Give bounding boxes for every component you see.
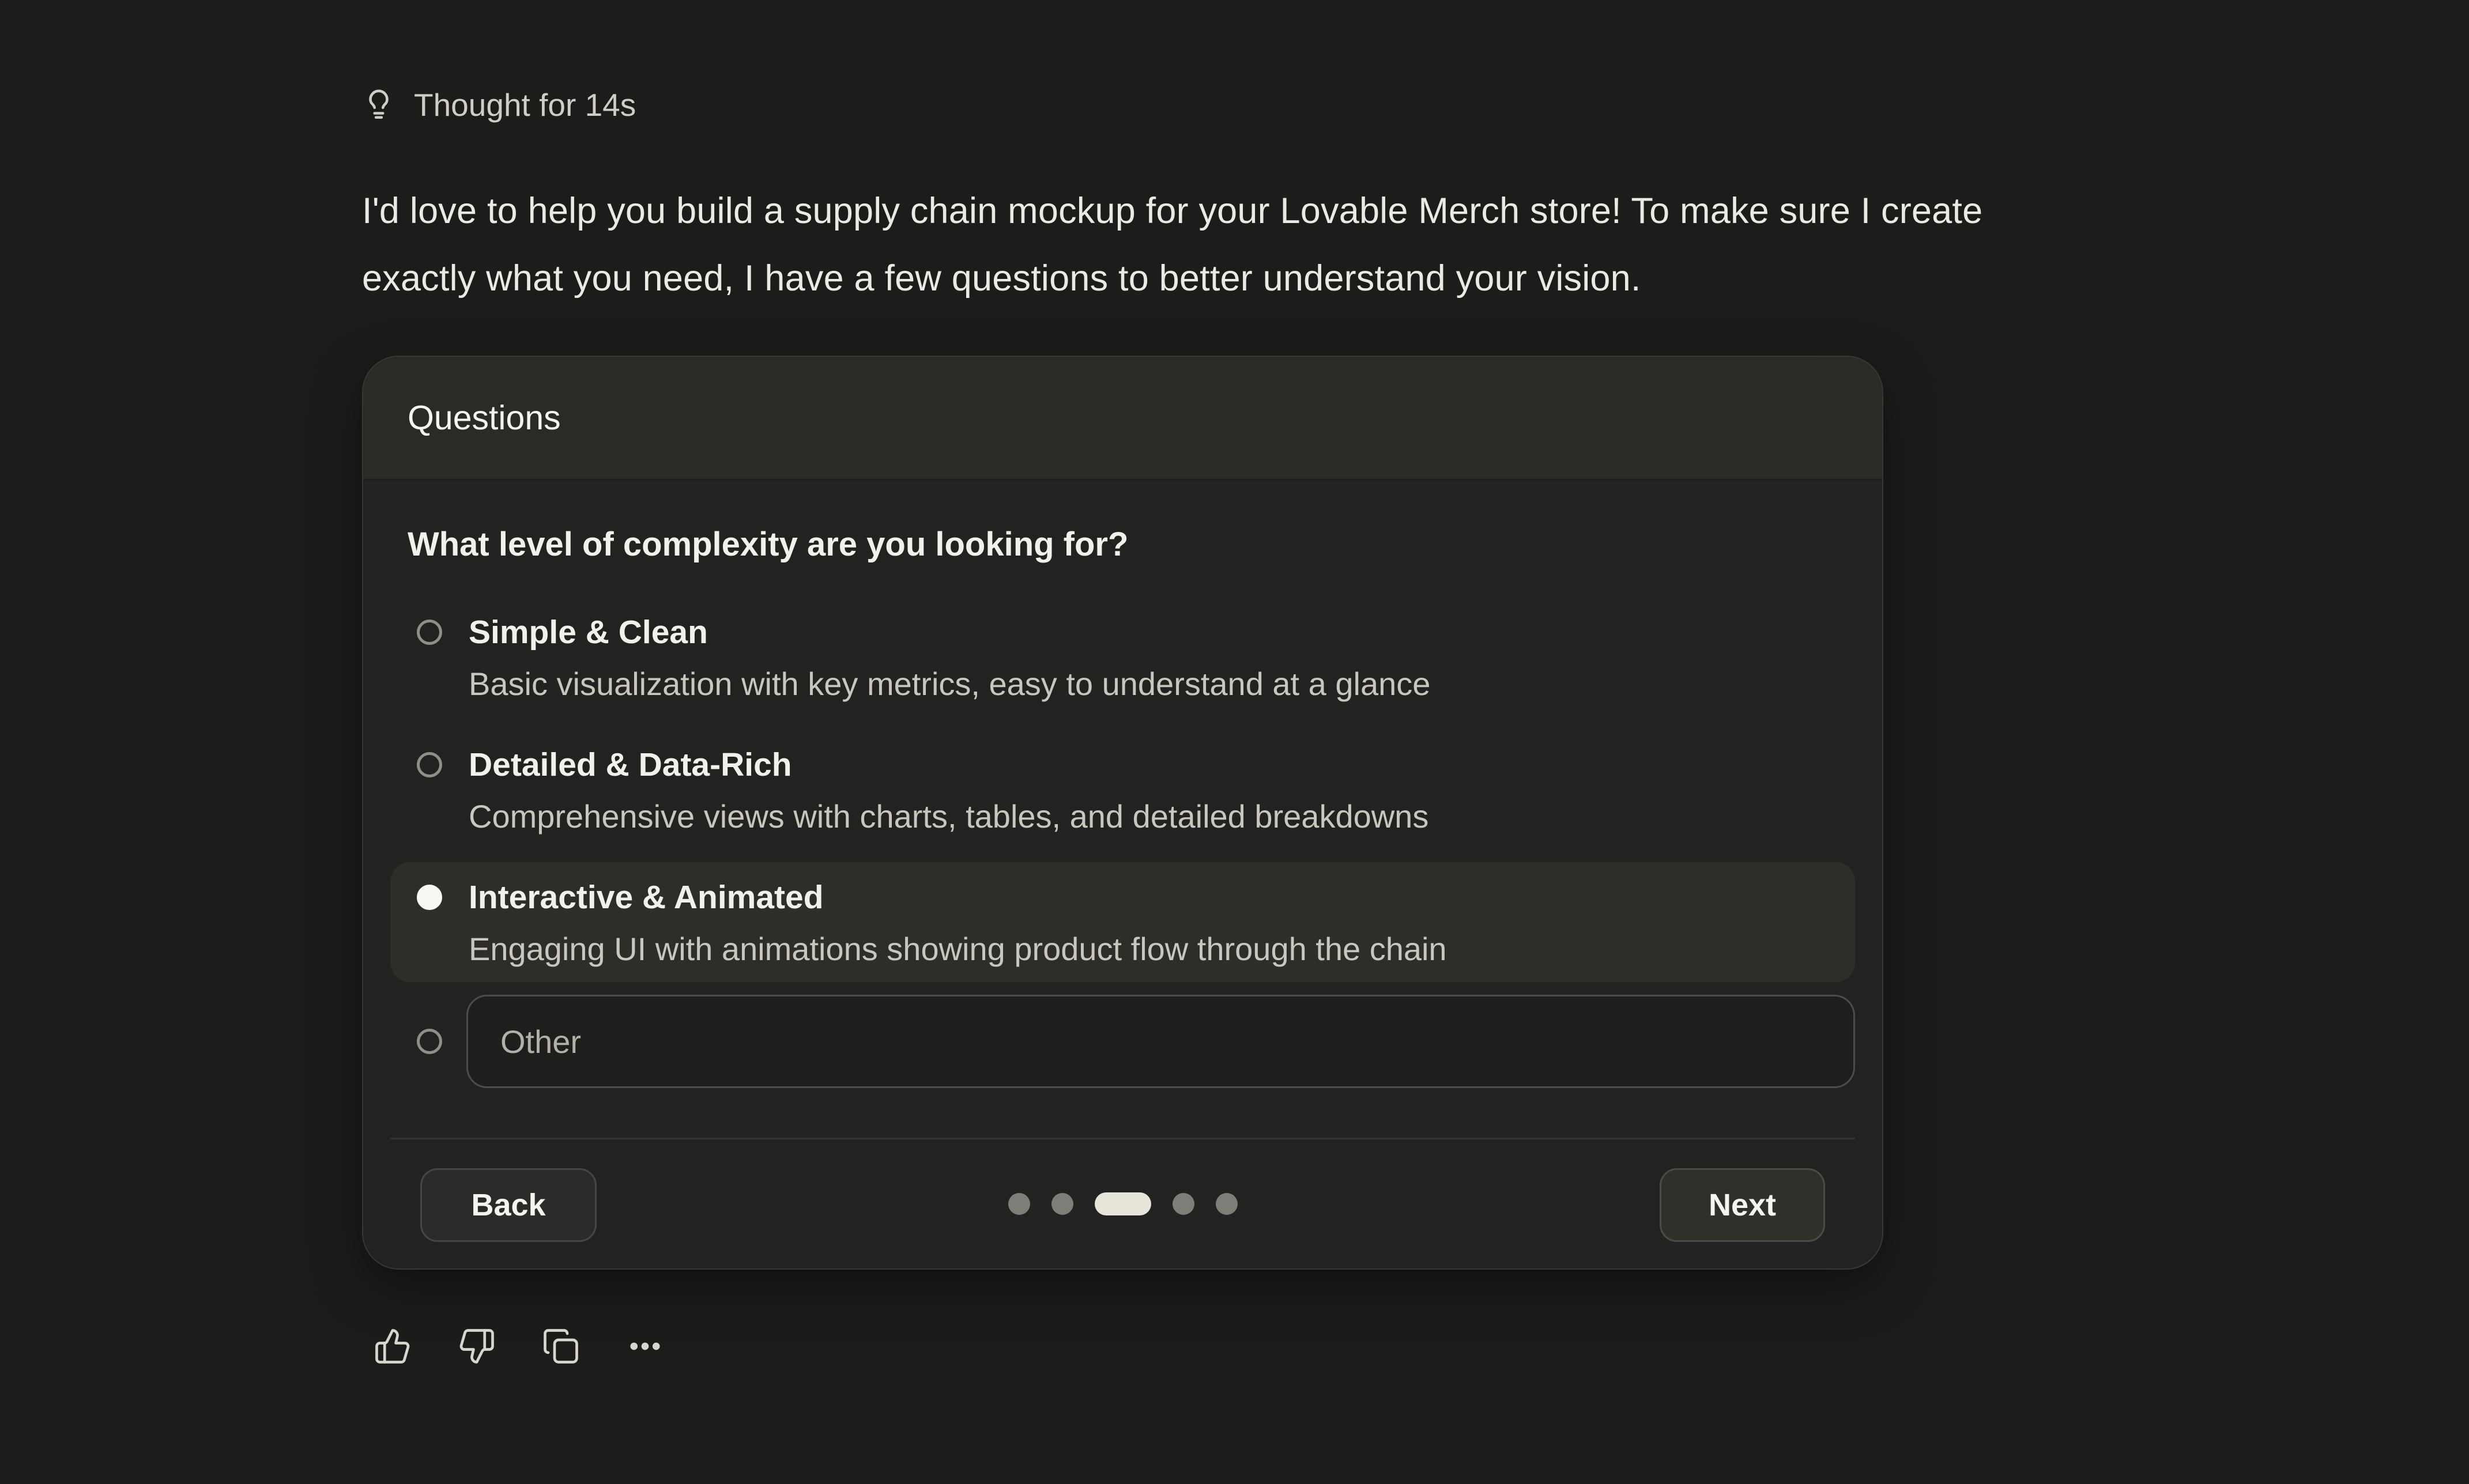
- pagination-dot[interactable]: [1216, 1193, 1238, 1215]
- questions-card-title: Questions: [408, 398, 561, 437]
- questions-card-header: Questions: [363, 357, 1882, 480]
- option-description: Comprehensive views with charts, tables,…: [469, 798, 1428, 836]
- radio-selected-icon[interactable]: [417, 885, 442, 910]
- assistant-message: Thought for 14s I'd love to help you bui…: [362, 0, 2195, 1365]
- option-title: Interactive & Animated: [469, 878, 1447, 916]
- back-button[interactable]: Back: [420, 1168, 597, 1242]
- radio-unselected-icon[interactable]: [417, 620, 442, 645]
- option-description: Engaging UI with animations showing prod…: [469, 930, 1447, 968]
- thumbs-up-button[interactable]: [374, 1327, 412, 1365]
- next-button[interactable]: Next: [1660, 1168, 1825, 1242]
- option-title: Detailed & Data-Rich: [469, 746, 1428, 784]
- more-options-button[interactable]: [626, 1327, 664, 1365]
- pagination-dot[interactable]: [1008, 1193, 1030, 1215]
- pagination-dot[interactable]: [1173, 1193, 1194, 1215]
- question-text: What level of complexity are you looking…: [408, 525, 1855, 564]
- questions-card-footer: Back Next: [390, 1138, 1855, 1268]
- option-title: Simple & Clean: [469, 613, 1430, 651]
- message-text: I'd love to help you build a supply chai…: [362, 178, 2195, 312]
- thumbs-up-icon: [374, 1327, 412, 1365]
- message-line-2: exactly what you need, I have a few ques…: [362, 245, 2195, 312]
- thought-duration-label: Thought for 14s: [414, 82, 636, 128]
- more-options-icon: [626, 1327, 664, 1365]
- lightbulb-icon: [362, 88, 395, 122]
- radio-unselected-icon[interactable]: [417, 1029, 442, 1054]
- thought-duration-toggle[interactable]: Thought for 14s: [362, 82, 636, 128]
- copy-button[interactable]: [542, 1327, 580, 1365]
- message-actions: [374, 1327, 2195, 1365]
- option-other[interactable]: [390, 995, 1855, 1088]
- copy-icon: [542, 1327, 580, 1365]
- pagination-dot-active[interactable]: [1095, 1192, 1151, 1215]
- thumbs-down-button[interactable]: [458, 1327, 496, 1365]
- options-list: Simple & Clean Basic visualization with …: [390, 597, 1855, 1088]
- option-detailed-data-rich[interactable]: Detailed & Data-Rich Comprehensive views…: [390, 730, 1855, 849]
- radio-unselected-icon[interactable]: [417, 752, 442, 777]
- pagination-dot[interactable]: [1051, 1193, 1073, 1215]
- option-interactive-animated[interactable]: Interactive & Animated Engaging UI with …: [390, 862, 1855, 982]
- other-option-input[interactable]: [466, 995, 1855, 1088]
- option-description: Basic visualization with key metrics, ea…: [469, 665, 1430, 703]
- option-simple-clean[interactable]: Simple & Clean Basic visualization with …: [390, 597, 1855, 717]
- questions-card-body: What level of complexity are you looking…: [363, 480, 1882, 1268]
- thumbs-down-icon: [458, 1327, 496, 1365]
- message-line-1: I'd love to help you build a supply chai…: [362, 178, 2195, 245]
- questions-card: Questions What level of complexity are y…: [362, 356, 1883, 1270]
- pagination-dots: [1008, 1192, 1238, 1215]
